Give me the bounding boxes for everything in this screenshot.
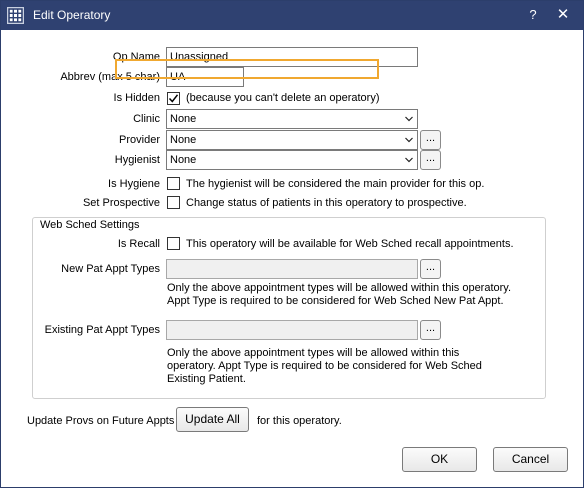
set-prospective-label: Set Prospective: [82, 197, 160, 209]
provider-select-value: None: [170, 134, 197, 146]
hygienist-select[interactable]: None: [166, 150, 418, 170]
title-bar: Edit Operatory ? ✕: [1, 1, 583, 30]
existing-pat-appt-types-label: Existing Pat Appt Types: [44, 324, 160, 336]
update-suffix-text: for this operatory.: [257, 415, 342, 427]
existing-pat-appt-types-field[interactable]: [166, 320, 418, 340]
new-pat-appt-types-field[interactable]: [166, 259, 418, 279]
web-sched-group-title: Web Sched Settings: [38, 219, 142, 231]
update-provs-label: Update Provs on Future Appts: [27, 415, 175, 427]
chevron-down-icon: [405, 116, 413, 122]
is-recall-label: Is Recall: [117, 238, 160, 250]
edit-operatory-window: Edit Operatory ? ✕ Op Name Unassigned Ab…: [0, 0, 584, 488]
new-pat-note-line-1: Only the above appointment types will be…: [167, 282, 512, 294]
is-recall-checkbox[interactable]: [167, 237, 180, 250]
provider-browse-button[interactable]: ...: [420, 130, 441, 150]
new-pat-note-line-2: Appt Type is required to be considered f…: [167, 295, 504, 307]
close-button[interactable]: ✕: [555, 7, 571, 23]
is-hygiene-checkbox[interactable]: [167, 177, 180, 190]
is-hygiene-note: The hygienist will be considered the mai…: [186, 178, 485, 190]
window-title: Edit Operatory: [33, 8, 111, 22]
clinic-select-value: None: [170, 113, 197, 125]
help-button[interactable]: ?: [525, 7, 541, 23]
hygienist-browse-button[interactable]: ...: [420, 150, 441, 170]
existing-pat-note-line-1: Only the above appointment types will be…: [167, 347, 460, 359]
cancel-button[interactable]: Cancel: [493, 447, 568, 472]
is-hidden-highlight: [115, 59, 379, 79]
is-hygiene-label: Is Hygiene: [108, 178, 160, 190]
provider-select[interactable]: None: [166, 130, 418, 150]
is-hidden-checkbox[interactable]: [167, 92, 180, 105]
app-grid-icon: [7, 7, 24, 24]
existing-pat-appt-types-browse-button[interactable]: ...: [420, 320, 441, 340]
clinic-label: Clinic: [133, 113, 160, 125]
chevron-down-icon: [405, 137, 413, 143]
update-all-button[interactable]: Update All: [176, 407, 249, 432]
hygienist-label: Hygienist: [114, 154, 160, 166]
chevron-down-icon: [405, 157, 413, 163]
hygienist-select-value: None: [170, 154, 197, 166]
set-prospective-note: Change status of patients in this operat…: [186, 197, 467, 209]
provider-label: Provider: [119, 134, 160, 146]
is-hidden-label: Is Hidden: [113, 92, 160, 104]
is-hidden-note: (because you can't delete an operatory): [186, 92, 380, 104]
existing-pat-note-line-3: Existing Patient.: [167, 373, 246, 385]
new-pat-appt-types-browse-button[interactable]: ...: [420, 259, 441, 279]
ok-button[interactable]: OK: [402, 447, 477, 472]
clinic-select[interactable]: None: [166, 109, 418, 129]
existing-pat-note-line-2: operatory. Appt Type is required to be c…: [167, 360, 482, 372]
set-prospective-checkbox[interactable]: [167, 196, 180, 209]
is-recall-note: This operatory will be available for Web…: [186, 238, 514, 250]
checkmark-icon: [168, 94, 179, 103]
new-pat-appt-types-label: New Pat Appt Types: [61, 263, 160, 275]
